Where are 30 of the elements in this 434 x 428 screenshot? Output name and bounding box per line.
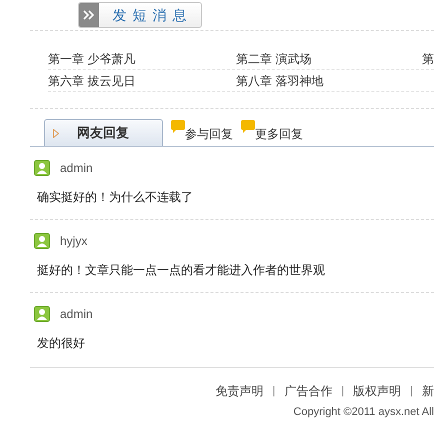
username: hyjyx xyxy=(60,233,88,250)
speech-bubble-icon xyxy=(241,120,255,133)
play-icon xyxy=(53,128,59,138)
user-avatar-icon xyxy=(34,306,50,322)
separator: | xyxy=(341,384,344,399)
chapter-link[interactable]: 第一章 少爷萧凡 xyxy=(48,50,136,68)
chapter-link[interactable]: 第六章 拔云见日 xyxy=(48,72,136,90)
user-avatar-icon xyxy=(34,160,50,176)
chapter-link[interactable]: 第八章 落羽神地 xyxy=(236,72,324,90)
separator: | xyxy=(272,384,276,399)
comment-text: 发的很好 xyxy=(37,336,85,350)
username: admin xyxy=(60,160,93,177)
footer-link[interactable]: 版权声明 xyxy=(353,382,402,400)
copyright-text: Copyright ©2011 aysx.net All xyxy=(293,405,434,420)
replies-tab[interactable]: 网友回复 xyxy=(44,119,163,146)
comment-text: 确实挺好的！为什么不连载了 xyxy=(37,190,193,204)
double-chevron-icon xyxy=(79,3,99,27)
comment-text: 挺好的！文章只能一点一点的看才能进入作者的世界观 xyxy=(37,263,325,277)
footer-link[interactable]: 新 xyxy=(422,382,434,400)
user-avatar-icon xyxy=(34,233,50,249)
chapter-link[interactable]: 第二章 演武场 xyxy=(236,50,312,68)
speech-bubble-icon xyxy=(171,120,185,133)
footer-link[interactable]: 广告合作 xyxy=(284,382,332,400)
reply-link[interactable]: 参与回复 xyxy=(171,119,233,146)
username: admin xyxy=(60,306,93,323)
footer-link[interactable]: 免责声明 xyxy=(215,382,264,400)
send-message-button[interactable]: 发 短 消 息 xyxy=(78,2,202,28)
chapter-link[interactable]: 第 xyxy=(422,50,434,68)
separator: | xyxy=(410,384,413,399)
reply-link[interactable]: 更多回复 xyxy=(241,119,303,146)
